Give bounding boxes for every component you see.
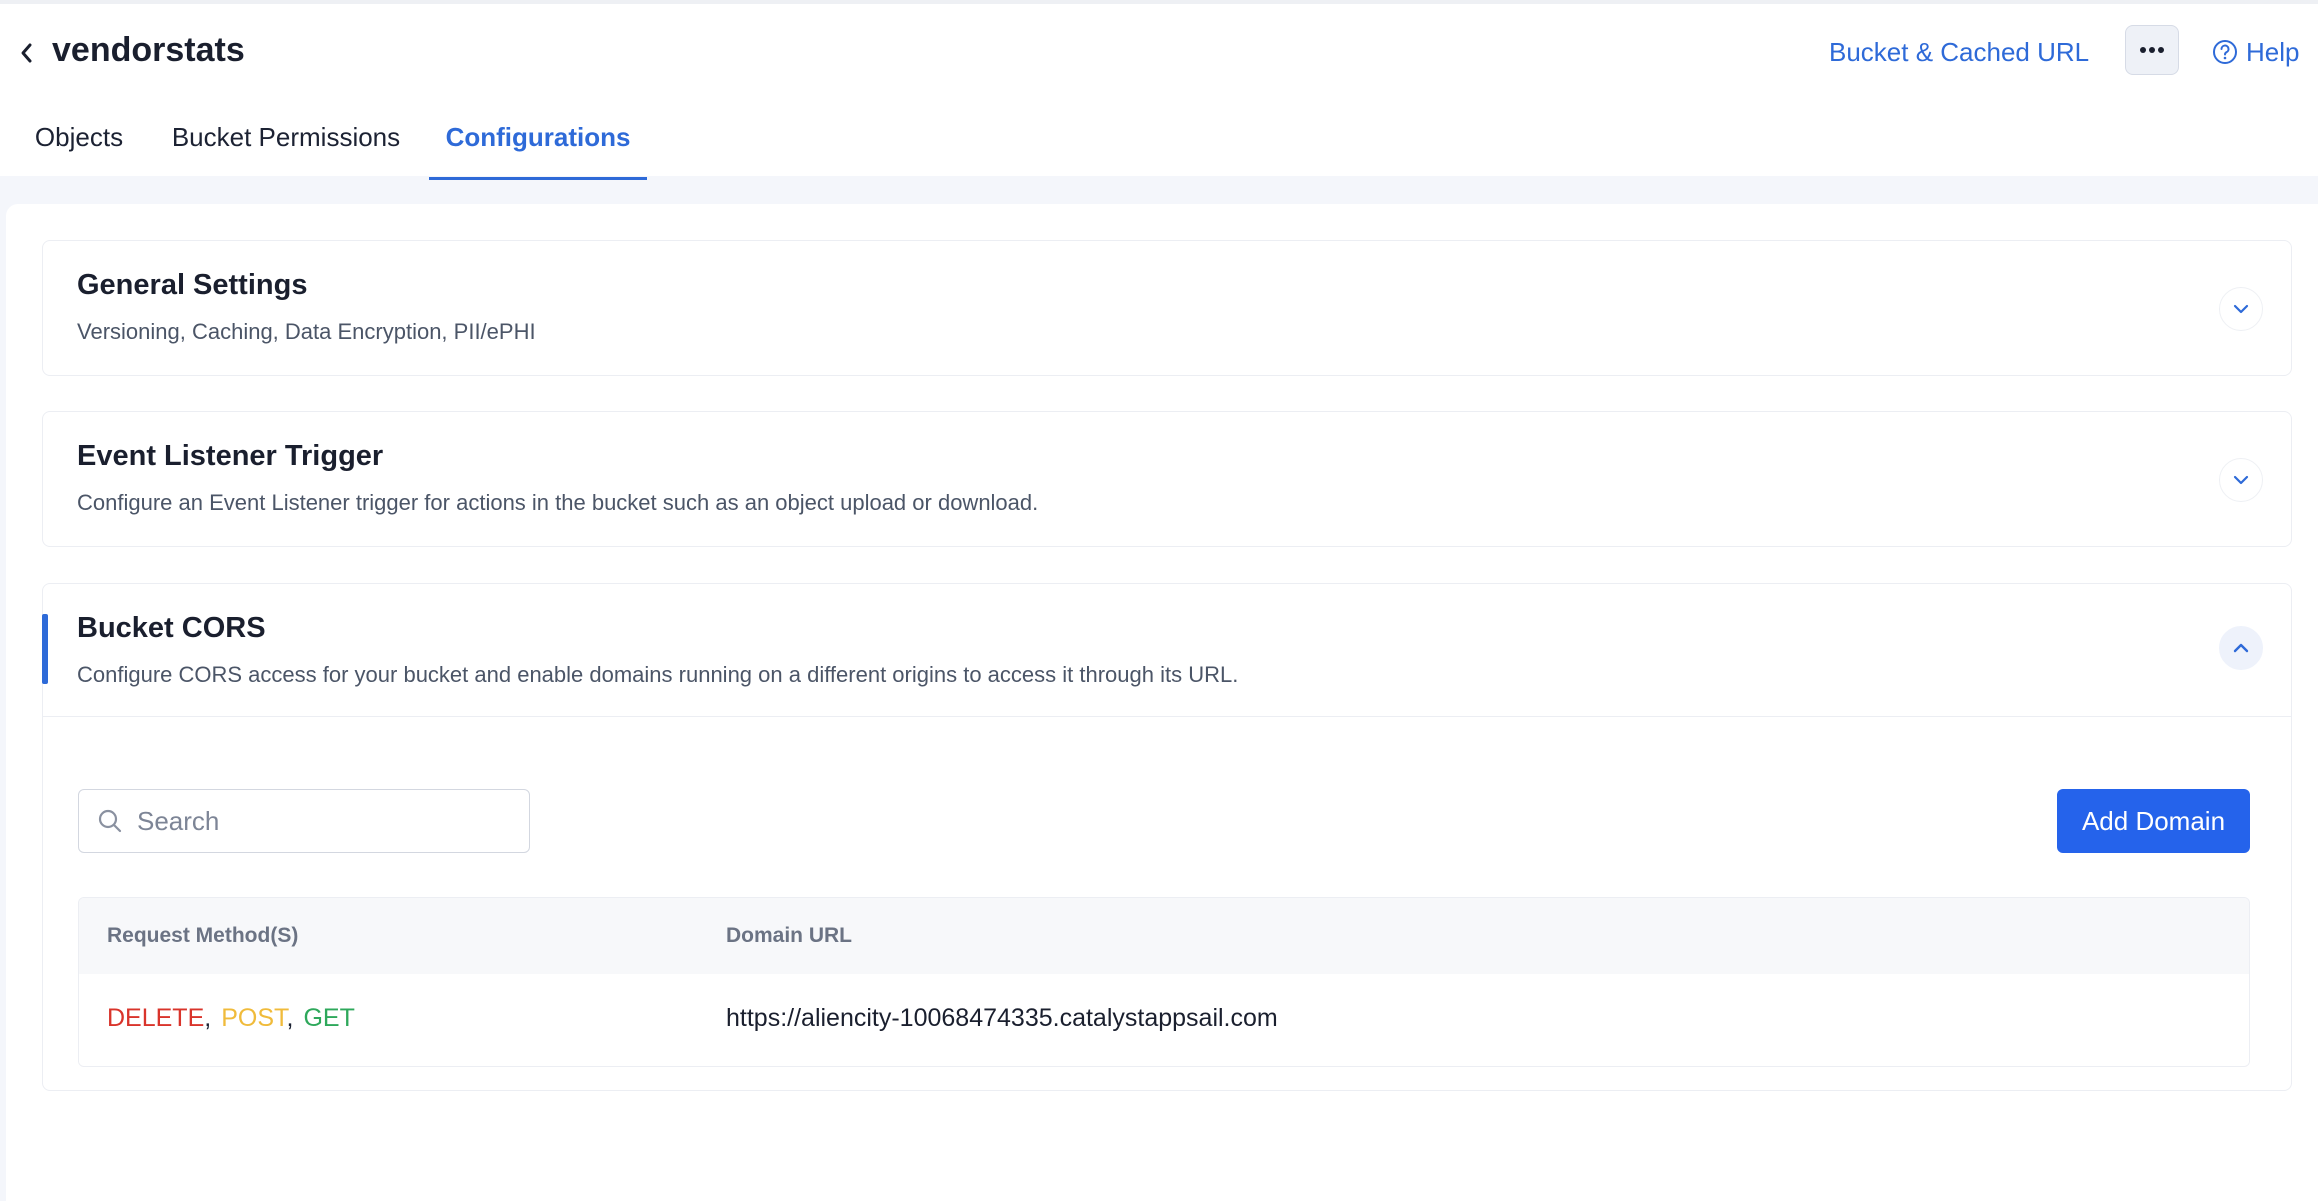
active-indicator bbox=[42, 614, 48, 684]
event-listener-section[interactable]: Event Listener Trigger Configure an Even… bbox=[42, 411, 2292, 547]
section-title: Event Listener Trigger bbox=[77, 440, 384, 472]
method-separator: , bbox=[204, 1004, 212, 1032]
chevron-left-icon bbox=[21, 43, 32, 63]
section-title: General Settings bbox=[77, 269, 308, 301]
help-circle-icon bbox=[2213, 40, 2237, 64]
chevron-down-icon bbox=[2233, 304, 2249, 314]
expand-button[interactable] bbox=[2219, 287, 2263, 331]
divider bbox=[43, 716, 2291, 717]
method-delete: DELETE bbox=[107, 1004, 205, 1032]
column-header-methods: Request Method(S) bbox=[107, 924, 299, 947]
table-header: Request Method(S) Domain URL bbox=[79, 898, 2249, 974]
section-subtitle: Configure CORS access for your bucket an… bbox=[77, 662, 1239, 687]
table-row[interactable]: DELETE, POST, GET https://aliencity-100684… bbox=[79, 974, 2249, 1066]
bucket-cached-url-link[interactable]: Bucket & Cached URL bbox=[1829, 32, 2089, 72]
section-subtitle: Versioning, Caching, Data Encryption, PI… bbox=[77, 319, 536, 344]
tab-bar: Objects Bucket Permissions Configuration… bbox=[0, 114, 2318, 180]
methods-cell: DELETE, POST, GET bbox=[107, 974, 355, 1062]
section-subtitle: Configure an Event Listener trigger for … bbox=[77, 490, 1039, 515]
search-box[interactable] bbox=[78, 789, 530, 853]
page-title: vendorstats bbox=[52, 31, 245, 69]
help-link[interactable]: Help bbox=[2212, 32, 2299, 72]
back-button[interactable] bbox=[14, 38, 38, 68]
more-dots-icon bbox=[2140, 47, 2164, 53]
column-header-domain: Domain URL bbox=[726, 924, 852, 947]
search-input[interactable] bbox=[137, 805, 497, 837]
tab-bucket-permissions[interactable]: Bucket Permissions bbox=[168, 114, 404, 180]
bucket-header: vendorstats Bucket & Cached URL Help Obj… bbox=[0, 0, 2318, 180]
section-title: Bucket CORS bbox=[77, 612, 266, 644]
add-domain-button[interactable]: Add Domain bbox=[2057, 789, 2250, 853]
tab-configurations[interactable]: Configurations bbox=[429, 114, 647, 180]
configurations-panel: General Settings Versioning, Caching, Da… bbox=[6, 204, 2318, 1201]
method-post: POST bbox=[221, 1004, 287, 1032]
search-icon bbox=[98, 809, 122, 833]
chevron-down-icon bbox=[2233, 475, 2249, 485]
help-label: Help bbox=[2246, 36, 2300, 67]
tab-objects[interactable]: Objects bbox=[32, 114, 126, 180]
expand-button[interactable] bbox=[2219, 458, 2263, 502]
more-options-button[interactable] bbox=[2125, 25, 2179, 75]
domain-url-cell: https://aliencity-10068474335.catalystap… bbox=[726, 1004, 1278, 1032]
method-get: GET bbox=[303, 1004, 355, 1032]
cors-table: Request Method(S) Domain URL DELETE, POST… bbox=[78, 897, 2250, 1067]
chevron-up-icon bbox=[2233, 643, 2249, 653]
collapse-button[interactable] bbox=[2219, 626, 2263, 670]
general-settings-section[interactable]: General Settings Versioning, Caching, Da… bbox=[42, 240, 2292, 376]
method-separator: , bbox=[286, 1004, 294, 1032]
